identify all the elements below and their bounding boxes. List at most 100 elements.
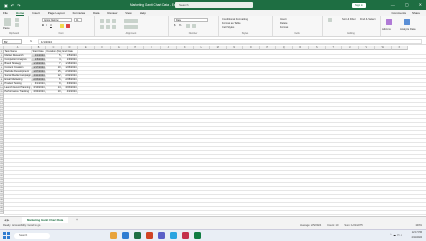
table-cell[interactable]: 4/2/2024 — [62, 90, 78, 94]
clock[interactable]: 12:17 PM 4/11/2024 — [412, 231, 422, 240]
column-header-q[interactable]: Q — [276, 46, 293, 50]
sign-in-button[interactable]: Sign in — [352, 2, 366, 8]
accessibility-status[interactable]: Accessibility: Good to go — [12, 224, 40, 227]
decimal-increase-icon[interactable] — [186, 24, 190, 28]
delete-cells-button[interactable]: Delete — [280, 22, 288, 25]
tab-view[interactable]: View — [125, 11, 131, 15]
start-button[interactable] — [3, 232, 10, 239]
merge-center-icon[interactable] — [124, 25, 138, 29]
number-format-select[interactable]: Date — [174, 18, 208, 22]
addins-group: Add-ins Analyze Data — [380, 16, 426, 36]
taskbar-app-icon[interactable] — [182, 232, 189, 239]
find-select-button[interactable]: Find & Select — [360, 18, 376, 21]
autosum-icon[interactable] — [328, 18, 332, 22]
format-cells-button[interactable]: Format — [280, 26, 288, 29]
tab-insert[interactable]: Insert — [32, 11, 40, 15]
column-header-m[interactable]: M — [210, 46, 227, 50]
redo-icon[interactable]: ↷ — [17, 3, 20, 8]
excel-logo-icon: ▣ — [4, 2, 8, 8]
grid-line — [4, 166, 426, 167]
system-tray-icons[interactable]: ⌃ ☁ ▭ ♪ — [390, 233, 402, 237]
column-header-w[interactable]: W — [375, 46, 392, 50]
grid-line — [4, 138, 426, 139]
format-as-table-button[interactable]: Format as Table — [222, 22, 241, 25]
tab-data[interactable]: Data — [93, 11, 99, 15]
paste-label[interactable]: Paste — [3, 27, 10, 30]
grid-line — [4, 118, 426, 119]
column-header-l[interactable]: L — [193, 46, 210, 50]
copy-icon[interactable] — [15, 23, 19, 27]
function-icon[interactable]: fx — [30, 38, 32, 44]
taskbar-app-icon[interactable] — [170, 232, 177, 239]
decimal-decrease-icon[interactable] — [192, 24, 196, 28]
italic-button[interactable]: I — [46, 24, 47, 27]
tab-review[interactable]: Review — [107, 11, 117, 15]
column-header-g[interactable]: G — [111, 46, 128, 50]
column-header-p[interactable]: P — [259, 46, 276, 50]
close-button[interactable]: ✕ — [419, 0, 422, 10]
paste-icon[interactable] — [4, 18, 11, 26]
percent-button[interactable]: % — [179, 24, 181, 27]
align-center-icon[interactable] — [106, 25, 110, 29]
column-header-s[interactable]: S — [309, 46, 326, 50]
align-top-icon[interactable] — [100, 19, 104, 23]
tab-page-layout[interactable]: Page Layout — [48, 11, 65, 15]
insert-cells-button[interactable]: Insert — [280, 18, 287, 21]
bold-button[interactable]: B — [42, 24, 44, 27]
column-header-r[interactable]: R — [292, 46, 309, 50]
tab-formulas[interactable]: Formulas — [73, 11, 86, 15]
align-bottom-icon[interactable] — [112, 19, 116, 23]
column-header-u[interactable]: U — [342, 46, 359, 50]
fill-color-icon[interactable] — [60, 24, 64, 28]
cell-styles-button[interactable]: Cell Styles — [222, 26, 234, 29]
table-cell[interactable]: 3/24/2024 — [32, 90, 46, 94]
column-header-o[interactable]: O — [243, 46, 260, 50]
taskbar-app-icon[interactable] — [146, 232, 153, 239]
font-name-select[interactable]: Aptos Narrow — [42, 18, 72, 22]
table-cell[interactable]: Performance Tracking — [4, 90, 32, 94]
taskbar-app-icon[interactable] — [110, 232, 117, 239]
column-header-t[interactable]: T — [325, 46, 342, 50]
column-header-h[interactable]: H — [127, 46, 144, 50]
maximize-button[interactable]: ▢ — [405, 0, 409, 10]
underline-button[interactable]: U — [50, 24, 52, 27]
column-header-f[interactable]: F — [94, 46, 111, 50]
taskbar-app-icon[interactable] — [134, 232, 141, 239]
taskbar-app-icon[interactable] — [122, 232, 129, 239]
column-header-x[interactable]: X — [391, 46, 408, 50]
grid-line — [4, 114, 426, 115]
column-header-e[interactable]: E — [78, 46, 95, 50]
name-box[interactable]: B2 — [2, 38, 22, 44]
addins-icon[interactable] — [386, 19, 392, 25]
column-header-n[interactable]: N — [226, 46, 243, 50]
column-header-k[interactable]: K — [177, 46, 194, 50]
tab-help[interactable]: Help — [140, 11, 146, 15]
align-right-icon[interactable] — [112, 25, 116, 29]
font-size-select[interactable]: 11 — [74, 18, 82, 22]
column-header-v[interactable]: V — [358, 46, 375, 50]
formula-input[interactable]: 1/1/2024 — [38, 38, 422, 44]
spreadsheet-grid[interactable]: A B C D E F G H I J K L M N O P Q R S T U V W X 1 2 3 4 5 6 7 8 9 10 11 12 1… — [0, 46, 426, 216]
tab-file[interactable]: File — [3, 11, 8, 15]
sort-filter-button[interactable]: Sort & Filter — [342, 18, 358, 21]
align-middle-icon[interactable] — [106, 19, 110, 23]
column-header-i[interactable]: I — [144, 46, 161, 50]
currency-button[interactable]: $ — [174, 24, 175, 27]
table-cell[interactable]: 10 — [46, 90, 62, 94]
analyze-data-label[interactable]: Analyze Data — [400, 28, 415, 31]
analyze-data-icon[interactable] — [404, 19, 410, 25]
column-header-j[interactable]: J — [160, 46, 177, 50]
taskbar-app-icon[interactable] — [158, 232, 165, 239]
cut-icon[interactable] — [15, 18, 19, 22]
minimize-button[interactable]: — — [391, 0, 395, 10]
font-color-icon[interactable] — [66, 24, 70, 28]
ready-text: Ready — [3, 224, 11, 227]
taskbar-search[interactable]: Search — [14, 232, 50, 239]
wrap-text-icon[interactable] — [124, 19, 138, 23]
search-box[interactable]: Search — [175, 2, 253, 8]
conditional-formatting-button[interactable]: Conditional Formatting — [222, 18, 270, 21]
taskbar-app-icon[interactable] — [194, 232, 201, 239]
align-left-icon[interactable] — [100, 25, 104, 29]
undo-icon[interactable]: ↶ — [11, 3, 14, 8]
tab-home[interactable]: Home — [15, 11, 25, 16]
